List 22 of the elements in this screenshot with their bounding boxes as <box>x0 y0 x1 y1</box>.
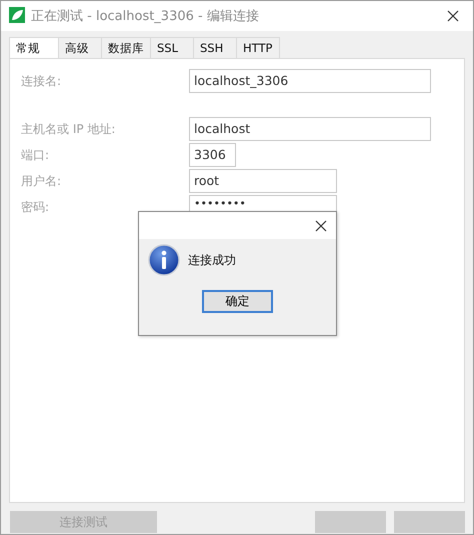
field-label: 密码: <box>21 198 50 216</box>
field-label: 用户名: <box>21 172 62 190</box>
input-field[interactable]: root <box>189 169 337 193</box>
window-title: 正在测试 - localhost_3306 - 编辑连接 <box>31 8 260 25</box>
message-text: 连接成功 <box>188 252 236 268</box>
tab[interactable]: HTTP <box>237 37 280 58</box>
field-label: 端口: <box>21 146 50 164</box>
info-icon <box>148 244 180 276</box>
field-label: 主机名或 IP 地址: <box>21 120 116 138</box>
close-icon[interactable] <box>447 10 459 22</box>
input-field[interactable]: localhost <box>189 117 431 141</box>
field-label: 连接名: <box>21 72 62 90</box>
input-field[interactable]: localhost_3306 <box>189 69 431 93</box>
tab[interactable]: SSL <box>151 37 194 58</box>
tab[interactable]: 高级 <box>59 37 102 58</box>
close-icon[interactable] <box>315 220 327 232</box>
tab[interactable]: 数据库 <box>102 37 151 58</box>
tab[interactable]: 常规 <box>9 37 59 58</box>
ok-button[interactable]: 确定 <box>202 290 273 313</box>
app-logo-icon <box>9 6 25 26</box>
input-field[interactable]: 3306 <box>189 143 236 167</box>
tab[interactable]: SSH <box>194 37 237 58</box>
